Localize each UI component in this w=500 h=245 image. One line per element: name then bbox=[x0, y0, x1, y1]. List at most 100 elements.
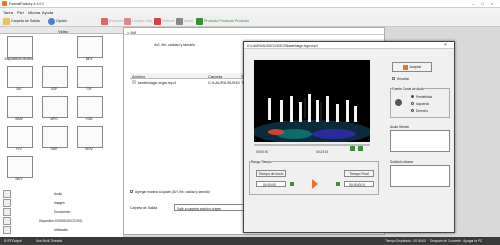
end-time-field[interactable]: 00:00:00.0 bbox=[344, 181, 374, 187]
format-webm[interactable]: 3GP bbox=[38, 66, 70, 96]
format-label: GIF bbox=[86, 87, 92, 91]
menu-item-ayuda[interactable]: Ayuda bbox=[42, 10, 53, 15]
product-button[interactable]: Producto Producto Producto bbox=[196, 17, 249, 25]
video-section-label: Video bbox=[58, 28, 69, 34]
section-label: Documento bbox=[54, 210, 71, 214]
mov-icon bbox=[77, 126, 103, 148]
mpg-icon bbox=[7, 126, 33, 148]
add-muted-label: Agregar mudera al ajuste (AVI, file, cal… bbox=[135, 190, 211, 194]
gif-icon bbox=[7, 96, 33, 118]
accept-icon bbox=[402, 64, 408, 70]
gear-icon bbox=[48, 17, 55, 25]
tools-icon bbox=[3, 226, 11, 234]
audio-channel-title: Fuente Canal de Audio bbox=[392, 87, 425, 91]
start-time-field[interactable]: 00:00:00 bbox=[256, 181, 286, 187]
output-value: Salir a carpeta archivo origen bbox=[177, 206, 222, 211]
section-utilities[interactable]: Utilidades bbox=[3, 226, 118, 234]
section-document[interactable]: Documento bbox=[3, 208, 118, 216]
clip-dialog-titlebar: D:\LAURA BUSDO\VIDEOS\lawteldage-legio.m… bbox=[244, 42, 454, 49]
format-3gp[interactable]: GIF bbox=[73, 66, 105, 96]
format-mkv[interactable]: VOB bbox=[73, 96, 105, 126]
remove-label: Remover bbox=[109, 19, 124, 23]
accept-label: Aceptar bbox=[409, 65, 422, 69]
start-button[interactable]: Iniciar bbox=[176, 17, 194, 25]
subtitle-list[interactable] bbox=[390, 165, 450, 187]
output-select[interactable]: Salir a carpeta archivo origen bbox=[174, 204, 252, 211]
mkv-icon bbox=[77, 96, 103, 118]
maximize-icon[interactable]: □ bbox=[479, 1, 486, 7]
go-start-icon[interactable] bbox=[290, 182, 294, 186]
app-logo-icon bbox=[2, 1, 7, 6]
menu-item-tarea[interactable]: Tarea bbox=[3, 10, 13, 15]
stop-button[interactable]: Detener bbox=[154, 17, 175, 25]
radio-label: Derecho bbox=[416, 108, 429, 113]
image-icon bbox=[3, 199, 11, 207]
remove-button[interactable]: Remover bbox=[101, 17, 124, 25]
format-mobile[interactable]: Dispositivos Móviles bbox=[3, 36, 35, 66]
app-title: FormatFactory 4.3.0.0 bbox=[9, 1, 45, 6]
radio-default[interactable] bbox=[411, 95, 414, 98]
product-icon bbox=[196, 17, 203, 25]
format-label: 3GP bbox=[50, 87, 58, 91]
format-wmv[interactable]: MPG bbox=[38, 96, 70, 126]
format-label: FLV bbox=[16, 147, 22, 151]
option-label: Opción bbox=[56, 19, 68, 23]
end-time-button[interactable]: Tiempo Final bbox=[344, 170, 374, 177]
title-bar: FormatFactory 4.3.0.0 – □ × bbox=[0, 0, 500, 8]
output-folder-button[interactable]: Carpeta de Salida bbox=[3, 17, 40, 25]
row-folder: C:\LAURA BUSDO\... bbox=[208, 80, 240, 85]
radio-right[interactable] bbox=[411, 109, 414, 112]
format-mpg[interactable]: FLV bbox=[3, 126, 35, 156]
section-audio[interactable]: Audio bbox=[3, 190, 118, 198]
video-frame bbox=[254, 60, 370, 142]
clear-list-label: Limpiar Lista bbox=[132, 19, 153, 23]
add-muted-checkbox[interactable] bbox=[130, 190, 133, 193]
time-end: 00:23:15 bbox=[316, 150, 329, 154]
status-bar: D:\FFOutput Use Multi-Threads Tiempo Emp… bbox=[0, 237, 500, 245]
video-preview bbox=[254, 60, 370, 142]
clear-icon bbox=[124, 17, 131, 25]
time-used: Tiempo Empleado : 00:00:00 bbox=[385, 239, 426, 243]
format-vob[interactable]: SWF bbox=[38, 126, 70, 156]
output-label: Carpeta de Salida bbox=[130, 206, 158, 210]
format-avi[interactable]: AVI bbox=[3, 66, 35, 96]
section-rom[interactable]: Dispositivo ROM\DVD\CD\ISO bbox=[3, 217, 118, 225]
format-label: AVI bbox=[16, 87, 22, 91]
remove-icon bbox=[101, 17, 108, 25]
format-gif[interactable]: WMV bbox=[3, 96, 35, 126]
format-flv[interactable]: MKV bbox=[3, 156, 35, 186]
close-icon[interactable]: × bbox=[444, 42, 447, 47]
next-frame-icon[interactable] bbox=[358, 146, 363, 151]
radio-label: Izquierdo bbox=[416, 101, 430, 106]
accept-button[interactable]: Aceptar bbox=[392, 62, 432, 72]
left-pane: Video Dispositivos Móviles MP4 AVI 3GP G… bbox=[0, 27, 124, 237]
section-image[interactable]: Imagen bbox=[3, 199, 118, 207]
format-label: MKV bbox=[15, 177, 23, 181]
menu-item-idioma[interactable]: Idioma bbox=[28, 10, 40, 15]
end-time-value: 00:00:00.0 bbox=[349, 183, 366, 187]
minimize-icon[interactable]: – bbox=[470, 1, 477, 7]
format-label: SWF bbox=[50, 147, 58, 151]
audio-stream-label: Audio Stream bbox=[390, 125, 410, 129]
disc-icon bbox=[3, 217, 11, 225]
start-time-value: 00:00:00 bbox=[263, 183, 277, 187]
menu-item-piel[interactable]: Piel bbox=[17, 10, 24, 15]
format-mp4[interactable]: MP4 bbox=[73, 36, 105, 66]
audio-stream-list[interactable] bbox=[390, 130, 450, 152]
radio-left[interactable] bbox=[411, 102, 414, 105]
play-icon[interactable] bbox=[350, 146, 355, 151]
file-icon bbox=[132, 80, 136, 84]
format-label: Dispositivos Móviles bbox=[4, 57, 34, 61]
start-time-button[interactable]: Tiempo de Inicio bbox=[256, 170, 286, 177]
video-section-header[interactable]: Video bbox=[0, 27, 123, 34]
clear-list-button[interactable]: Limpiar Lista bbox=[124, 17, 152, 25]
go-end-icon[interactable] bbox=[336, 182, 340, 186]
crop-checkbox[interactable] bbox=[392, 77, 395, 80]
clip-dialog: D:\LAURA BUSDO\VIDEOS\lawteldage-legio.m… bbox=[243, 41, 455, 233]
end-time-label: Tiempo Final bbox=[349, 171, 369, 176]
option-button[interactable]: Opción bbox=[48, 17, 67, 25]
wmv-icon bbox=[42, 96, 68, 118]
section-label: Imagen bbox=[54, 201, 65, 205]
close-icon[interactable]: × bbox=[488, 1, 496, 7]
format-mov[interactable]: MOV bbox=[73, 126, 105, 156]
